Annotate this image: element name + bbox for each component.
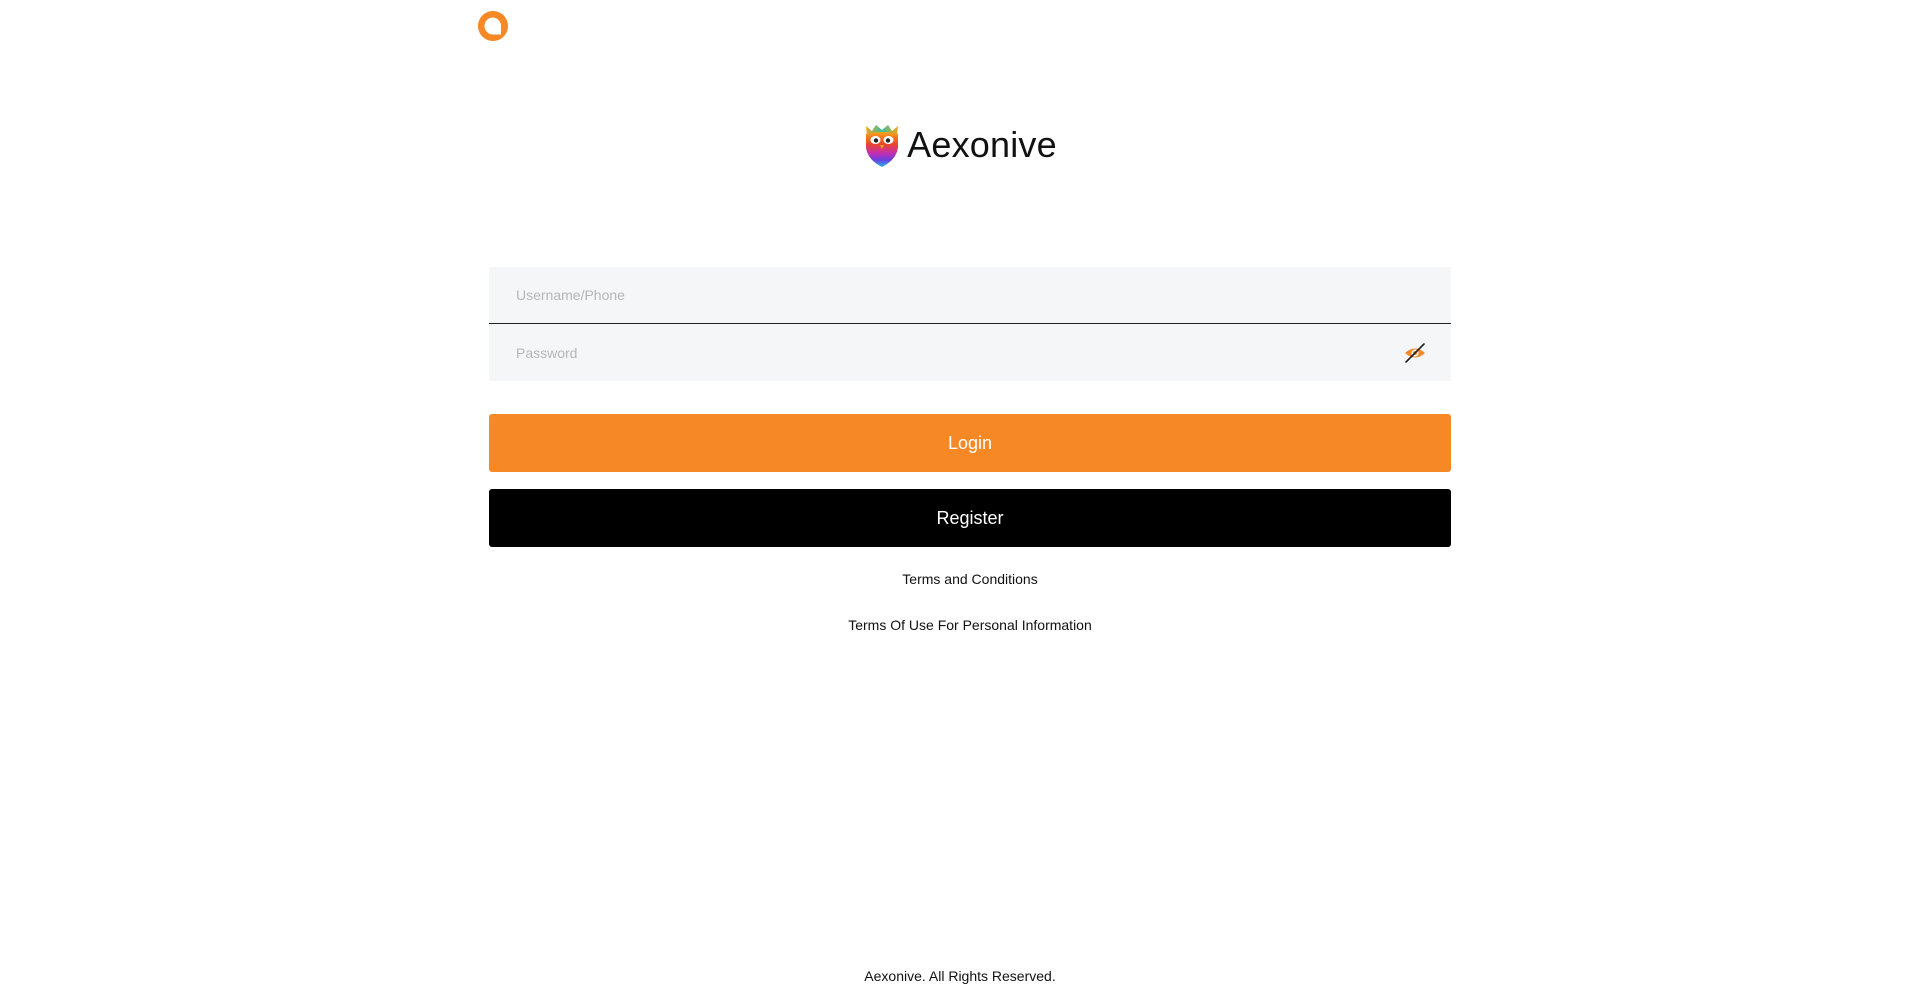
username-field-wrapper xyxy=(489,267,1451,324)
brand-header: Aexonive xyxy=(0,122,1920,168)
username-input[interactable] xyxy=(489,267,1451,323)
login-form: Login Register Terms and Conditions Term… xyxy=(489,267,1451,633)
register-button[interactable]: Register xyxy=(489,489,1451,547)
terms-link[interactable]: Terms and Conditions xyxy=(489,571,1451,587)
password-field-wrapper xyxy=(489,324,1451,381)
brand-name: Aexonive xyxy=(907,124,1057,165)
owl-logo-icon xyxy=(866,125,899,167)
login-button[interactable]: Login xyxy=(489,414,1451,472)
eye-hidden-icon[interactable] xyxy=(1403,342,1427,364)
login-page: Aexonive Login Register Terms and Condit… xyxy=(0,0,1920,993)
chat-bubble-icon[interactable] xyxy=(477,10,509,42)
footer-copyright: Aexonive. All Rights Reserved. xyxy=(864,968,1056,984)
privacy-terms-link[interactable]: Terms Of Use For Personal Information xyxy=(489,617,1451,633)
password-input[interactable] xyxy=(489,324,1451,381)
